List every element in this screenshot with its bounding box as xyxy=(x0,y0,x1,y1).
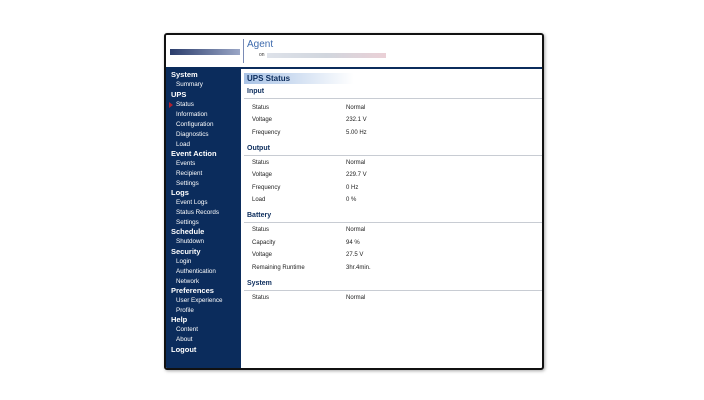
sidebar-item-label: Status xyxy=(176,101,194,108)
sidebar-item-summary[interactable]: Summary xyxy=(166,80,251,90)
browser-window: Agent on System Summary UPS Status Infor… xyxy=(164,33,544,370)
page-title: UPS Status xyxy=(247,74,291,83)
sidebar-group-schedule[interactable]: Schedule xyxy=(166,227,246,237)
field-label: Status xyxy=(252,105,270,111)
field-label: Status xyxy=(252,227,270,233)
active-arrow-icon xyxy=(169,102,173,108)
sidebar-item-user-experience[interactable]: User Experience xyxy=(166,296,251,306)
field-label: Status xyxy=(252,160,270,166)
section-input-heading: Input xyxy=(247,88,265,95)
sidebar-group-system[interactable]: System xyxy=(166,70,246,80)
field-label: Remaining Runtime xyxy=(252,265,305,271)
field-label: Frequency xyxy=(252,185,281,191)
sidebar-item-content[interactable]: Content xyxy=(166,325,251,335)
sidebar-group-logs[interactable]: Logs xyxy=(166,188,246,198)
header-divider xyxy=(243,39,244,63)
section-divider xyxy=(244,222,542,223)
section-output-heading: Output xyxy=(247,145,270,152)
section-system-heading: System xyxy=(247,280,272,287)
sidebar-group-security[interactable]: Security xyxy=(166,247,246,257)
sidebar-item-diagnostics[interactable]: Diagnostics xyxy=(166,130,251,140)
field-value: 3hr.4min. xyxy=(346,265,371,271)
sidebar-group-event-action[interactable]: Event Action xyxy=(166,149,246,159)
field-value: Normal xyxy=(346,295,366,301)
section-battery-heading: Battery xyxy=(247,212,272,219)
field-label: Load xyxy=(252,197,266,203)
sidebar-group-help[interactable]: Help xyxy=(166,315,246,325)
field-value: Normal xyxy=(346,227,366,233)
field-value: Normal xyxy=(346,160,366,166)
sidebar-group-preferences[interactable]: Preferences xyxy=(166,286,246,296)
brand-logo xyxy=(170,49,240,55)
field-value: 0 % xyxy=(346,197,357,203)
sidebar-item-event-logs[interactable]: Event Logs xyxy=(166,198,251,208)
section-divider xyxy=(244,155,542,156)
page-header: Agent on xyxy=(166,35,542,69)
field-value: Normal xyxy=(346,105,366,111)
field-value: 0 Hz xyxy=(346,185,359,191)
sidebar-item-events[interactable]: Events xyxy=(166,159,251,169)
field-value: 232.1 V xyxy=(346,117,367,123)
sidebar-nav: System Summary UPS Status Information Co… xyxy=(166,69,241,368)
sidebar-item-login[interactable]: Login xyxy=(166,257,251,267)
sidebar-item-status-records[interactable]: Status Records xyxy=(166,208,251,218)
sidebar-logout[interactable]: Logout xyxy=(166,345,246,355)
sidebar-item-status[interactable]: Status xyxy=(166,100,251,110)
field-label: Capacity xyxy=(252,240,276,246)
field-value: 5.00 Hz xyxy=(346,130,367,136)
host-name-redacted xyxy=(267,53,386,58)
sidebar-item-configuration[interactable]: Configuration xyxy=(166,120,251,130)
sidebar-item-recipient[interactable]: Recipient xyxy=(166,169,251,179)
host-prefix: on xyxy=(259,52,265,58)
sidebar-group-ups[interactable]: UPS xyxy=(166,90,246,100)
sidebar-item-information[interactable]: Information xyxy=(166,110,251,120)
sidebar-item-shutdown[interactable]: Shutdown xyxy=(166,237,251,247)
field-value: 94 % xyxy=(346,240,360,246)
field-value: 27.5 V xyxy=(346,252,364,258)
field-label: Status xyxy=(252,295,270,301)
main-content: UPS Status Input Status Normal Voltage 2… xyxy=(241,69,542,368)
section-divider xyxy=(244,290,542,291)
sidebar-item-authentication[interactable]: Authentication xyxy=(166,267,251,277)
field-label: Voltage xyxy=(252,252,273,258)
field-label: Voltage xyxy=(252,117,273,123)
field-label: Voltage xyxy=(252,172,273,178)
field-value: 229.7 V xyxy=(346,172,367,178)
app-name: Agent xyxy=(247,39,274,50)
sidebar-item-about[interactable]: About xyxy=(166,335,251,345)
field-label: Frequency xyxy=(252,130,281,136)
section-divider xyxy=(244,98,542,99)
